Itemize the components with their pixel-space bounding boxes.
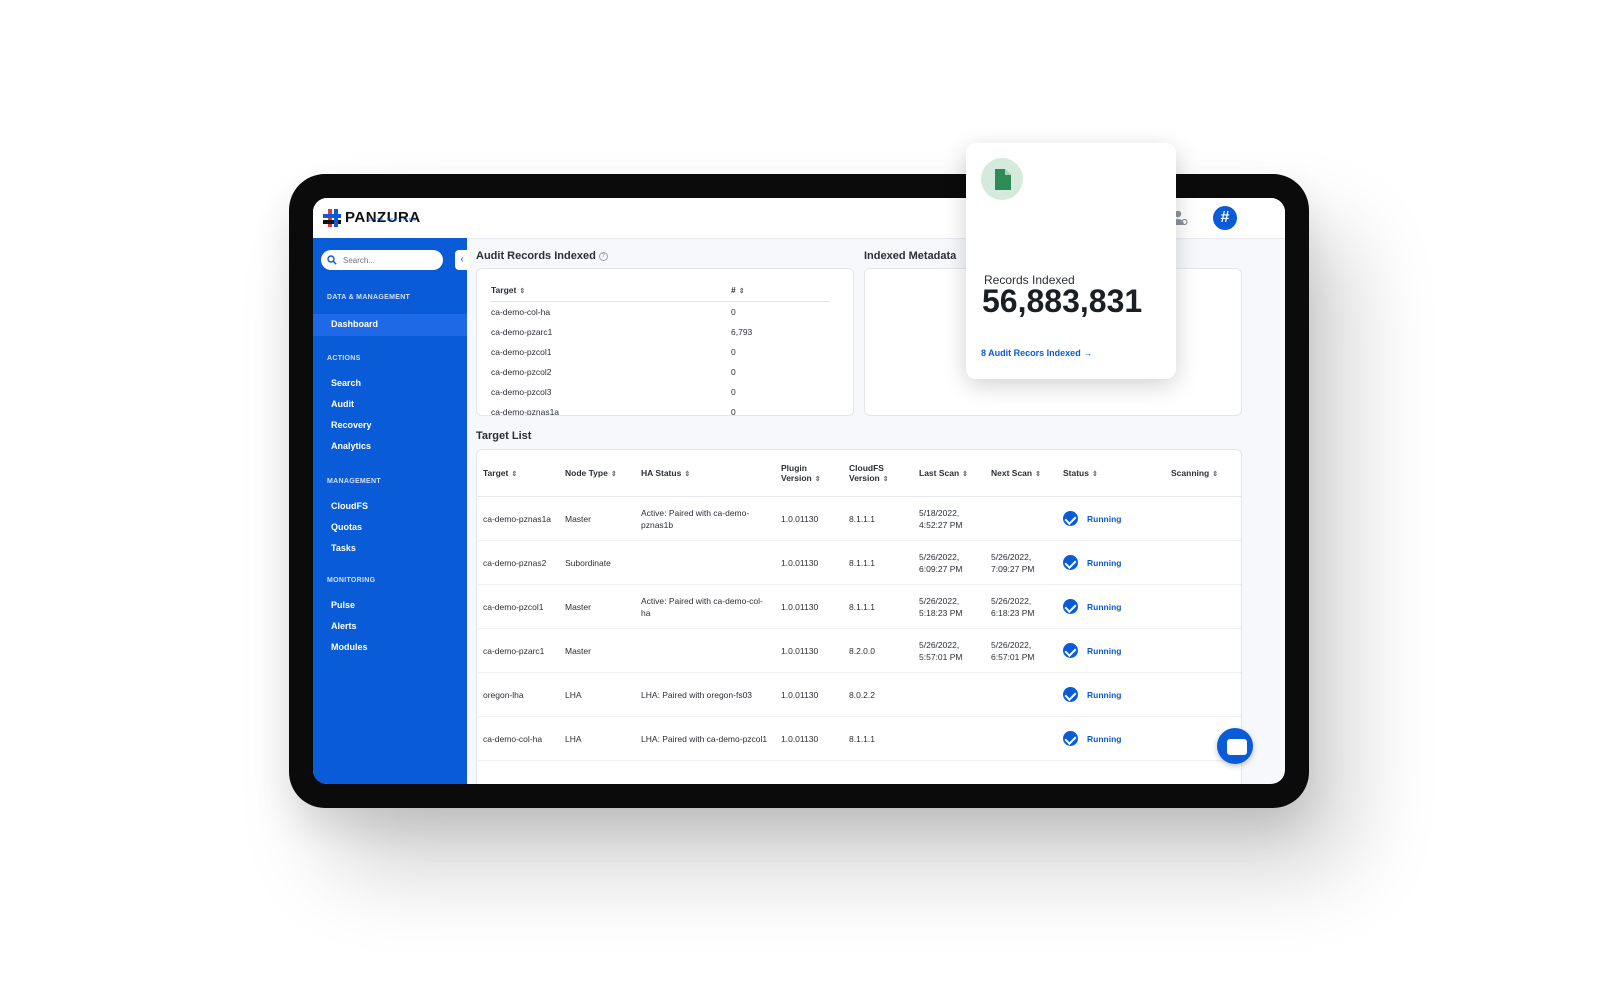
document-icon xyxy=(981,158,1023,200)
section-title-data-management: DATA & MANAGEMENT xyxy=(327,294,411,301)
target-list-table: Target ⇕ Node Type ⇕ HA Status ⇕ Plugin Ver… xyxy=(477,450,1241,761)
sidebar-item-pulse[interactable]: Pulse xyxy=(331,600,355,610)
target-list-title: Target List xyxy=(476,430,532,442)
col-plugin-version[interactable]: Plugin Version ⇕ xyxy=(775,450,843,497)
sidebar-item-recovery[interactable]: Recovery xyxy=(331,420,372,430)
sidebar: ‹ DATA & MANAGEMENT Dashboard ACTIONS Se… xyxy=(313,238,469,784)
table-row[interactable]: oregon-lha LHA LHA: Paired with oregon-fs0… xyxy=(477,672,1241,717)
col-scanning[interactable]: Scanning ⇕ xyxy=(1165,450,1241,497)
table-row[interactable]: ca-demo-col-ha 0 xyxy=(491,302,829,323)
sort-icon: ⇕ xyxy=(610,471,617,478)
table-row[interactable]: ca-demo-pzarc1 Master 1.0.01130 8.2.0.0 5/2… xyxy=(477,628,1241,673)
sort-icon: ⇕ xyxy=(882,476,889,483)
chat-icon xyxy=(1227,739,1247,755)
audit-records-table: Target ⇕ # ⇕ ca-demo-col-ha 0 ca-demo-pzarc… xyxy=(491,281,829,415)
col-ha-status[interactable]: HA Status ⇕ xyxy=(635,450,775,497)
status-badge: Running xyxy=(1087,689,1122,700)
check-circle-icon xyxy=(1063,599,1078,614)
audit-col-target[interactable]: Target ⇕ xyxy=(491,281,731,302)
audit-col-count[interactable]: # ⇕ xyxy=(731,281,829,302)
sidebar-item-audit[interactable]: Audit xyxy=(331,399,354,409)
table-row[interactable]: ca-demo-pznas1a 0 xyxy=(491,402,829,415)
table-row[interactable]: ca-demo-pzcol1 Master Active: Paired with … xyxy=(477,584,1241,629)
arrow-right-icon: → xyxy=(1083,348,1093,358)
check-circle-icon xyxy=(1063,511,1078,526)
sidebar-search[interactable] xyxy=(321,250,443,270)
sort-icon: ⇕ xyxy=(962,471,969,478)
indexed-metadata-title: Indexed Metadata xyxy=(864,250,957,262)
col-node-type[interactable]: Node Type ⇕ xyxy=(559,450,635,497)
records-indexed-card: Records Indexed 56,883,831 8 Audit Recor… xyxy=(966,143,1176,379)
sidebar-item-alerts[interactable]: Alerts xyxy=(331,621,357,631)
table-row[interactable]: ca-demo-col-ha LHA LHA: Paired with ca-dem… xyxy=(477,716,1241,761)
sidebar-item-tasks[interactable]: Tasks xyxy=(331,543,356,553)
check-circle-icon xyxy=(1063,643,1078,658)
search-icon xyxy=(327,255,337,265)
col-next-scan[interactable]: Next Scan ⇕ xyxy=(985,450,1057,497)
audit-records-title: Audit Records Indexed? xyxy=(476,250,608,262)
audit-records-link-text: 8 Audit Recors Indexed xyxy=(981,348,1081,358)
sidebar-item-search[interactable]: Search xyxy=(331,378,361,388)
table-row[interactable]: ca-demo-pznas2 Subordinate 1.0.01130 8.1.1… xyxy=(477,540,1241,585)
chat-button[interactable] xyxy=(1217,728,1253,764)
col-cloudfs-version[interactable]: CloudFS Version ⇕ xyxy=(843,450,913,497)
col-last-scan[interactable]: Last Scan ⇕ xyxy=(913,450,985,497)
col-target[interactable]: Target ⇕ xyxy=(477,450,559,497)
logo-subtitle: DATA SERVICES xyxy=(369,217,418,222)
sort-icon: ⇕ xyxy=(684,471,691,478)
status-badge: Running xyxy=(1087,557,1122,568)
search-input[interactable] xyxy=(341,254,435,266)
logo-mark-icon xyxy=(323,209,341,227)
status-badge: Running xyxy=(1087,601,1122,612)
records-indexed-value: 56,883,831 xyxy=(982,283,1143,319)
info-icon[interactable]: ? xyxy=(598,251,608,261)
target-list-card: Target ⇕ Node Type ⇕ HA Status ⇕ Plugin Ver… xyxy=(476,449,1242,784)
check-circle-icon xyxy=(1063,687,1078,702)
section-title-management: MANAGEMENT xyxy=(327,478,381,485)
sidebar-item-quotas[interactable]: Quotas xyxy=(331,522,362,532)
status-badge: Running xyxy=(1087,513,1122,524)
sort-icon: ⇕ xyxy=(1212,471,1219,478)
sidebar-item-modules[interactable]: Modules xyxy=(331,642,368,652)
check-circle-icon xyxy=(1063,555,1078,570)
check-circle-icon xyxy=(1063,731,1078,746)
sidebar-item-cloudfs[interactable]: CloudFS xyxy=(331,501,368,511)
status-badge: Running xyxy=(1087,645,1122,656)
table-row[interactable]: ca-demo-pzcol1 0 xyxy=(491,342,829,362)
sidebar-item-analytics[interactable]: Analytics xyxy=(331,441,371,451)
sort-icon: ⇕ xyxy=(1035,471,1041,478)
sort-icon: ⇕ xyxy=(511,471,518,478)
sidebar-item-dashboard[interactable]: Dashboard xyxy=(331,319,378,329)
sort-icon: ⇕ xyxy=(1091,471,1098,478)
sort-icon: ⇕ xyxy=(519,288,526,295)
section-title-monitoring: MONITORING xyxy=(327,577,376,584)
audit-records-link[interactable]: 8 Audit Recors Indexed → xyxy=(981,348,1092,358)
table-row[interactable]: ca-demo-pzcol2 0 xyxy=(491,362,829,382)
status-badge: Running xyxy=(1087,733,1122,744)
table-row[interactable]: ca-demo-pznas1a Master Active: Paired with… xyxy=(477,496,1241,541)
sort-icon: ⇕ xyxy=(814,476,821,483)
brand-menu-button[interactable]: # xyxy=(1213,206,1237,230)
audit-records-title-text: Audit Records Indexed xyxy=(476,250,596,262)
table-row[interactable]: ca-demo-pzarc1 6,793 xyxy=(491,322,829,342)
col-status[interactable]: Status ⇕ xyxy=(1057,450,1165,497)
table-row[interactable]: ca-demo-pzcol3 0 xyxy=(491,382,829,402)
audit-records-card: Target ⇕ # ⇕ ca-demo-col-ha 0 ca-demo-pzarc… xyxy=(476,268,854,416)
section-title-actions: ACTIONS xyxy=(327,355,361,362)
sort-icon: ⇕ xyxy=(738,288,745,295)
